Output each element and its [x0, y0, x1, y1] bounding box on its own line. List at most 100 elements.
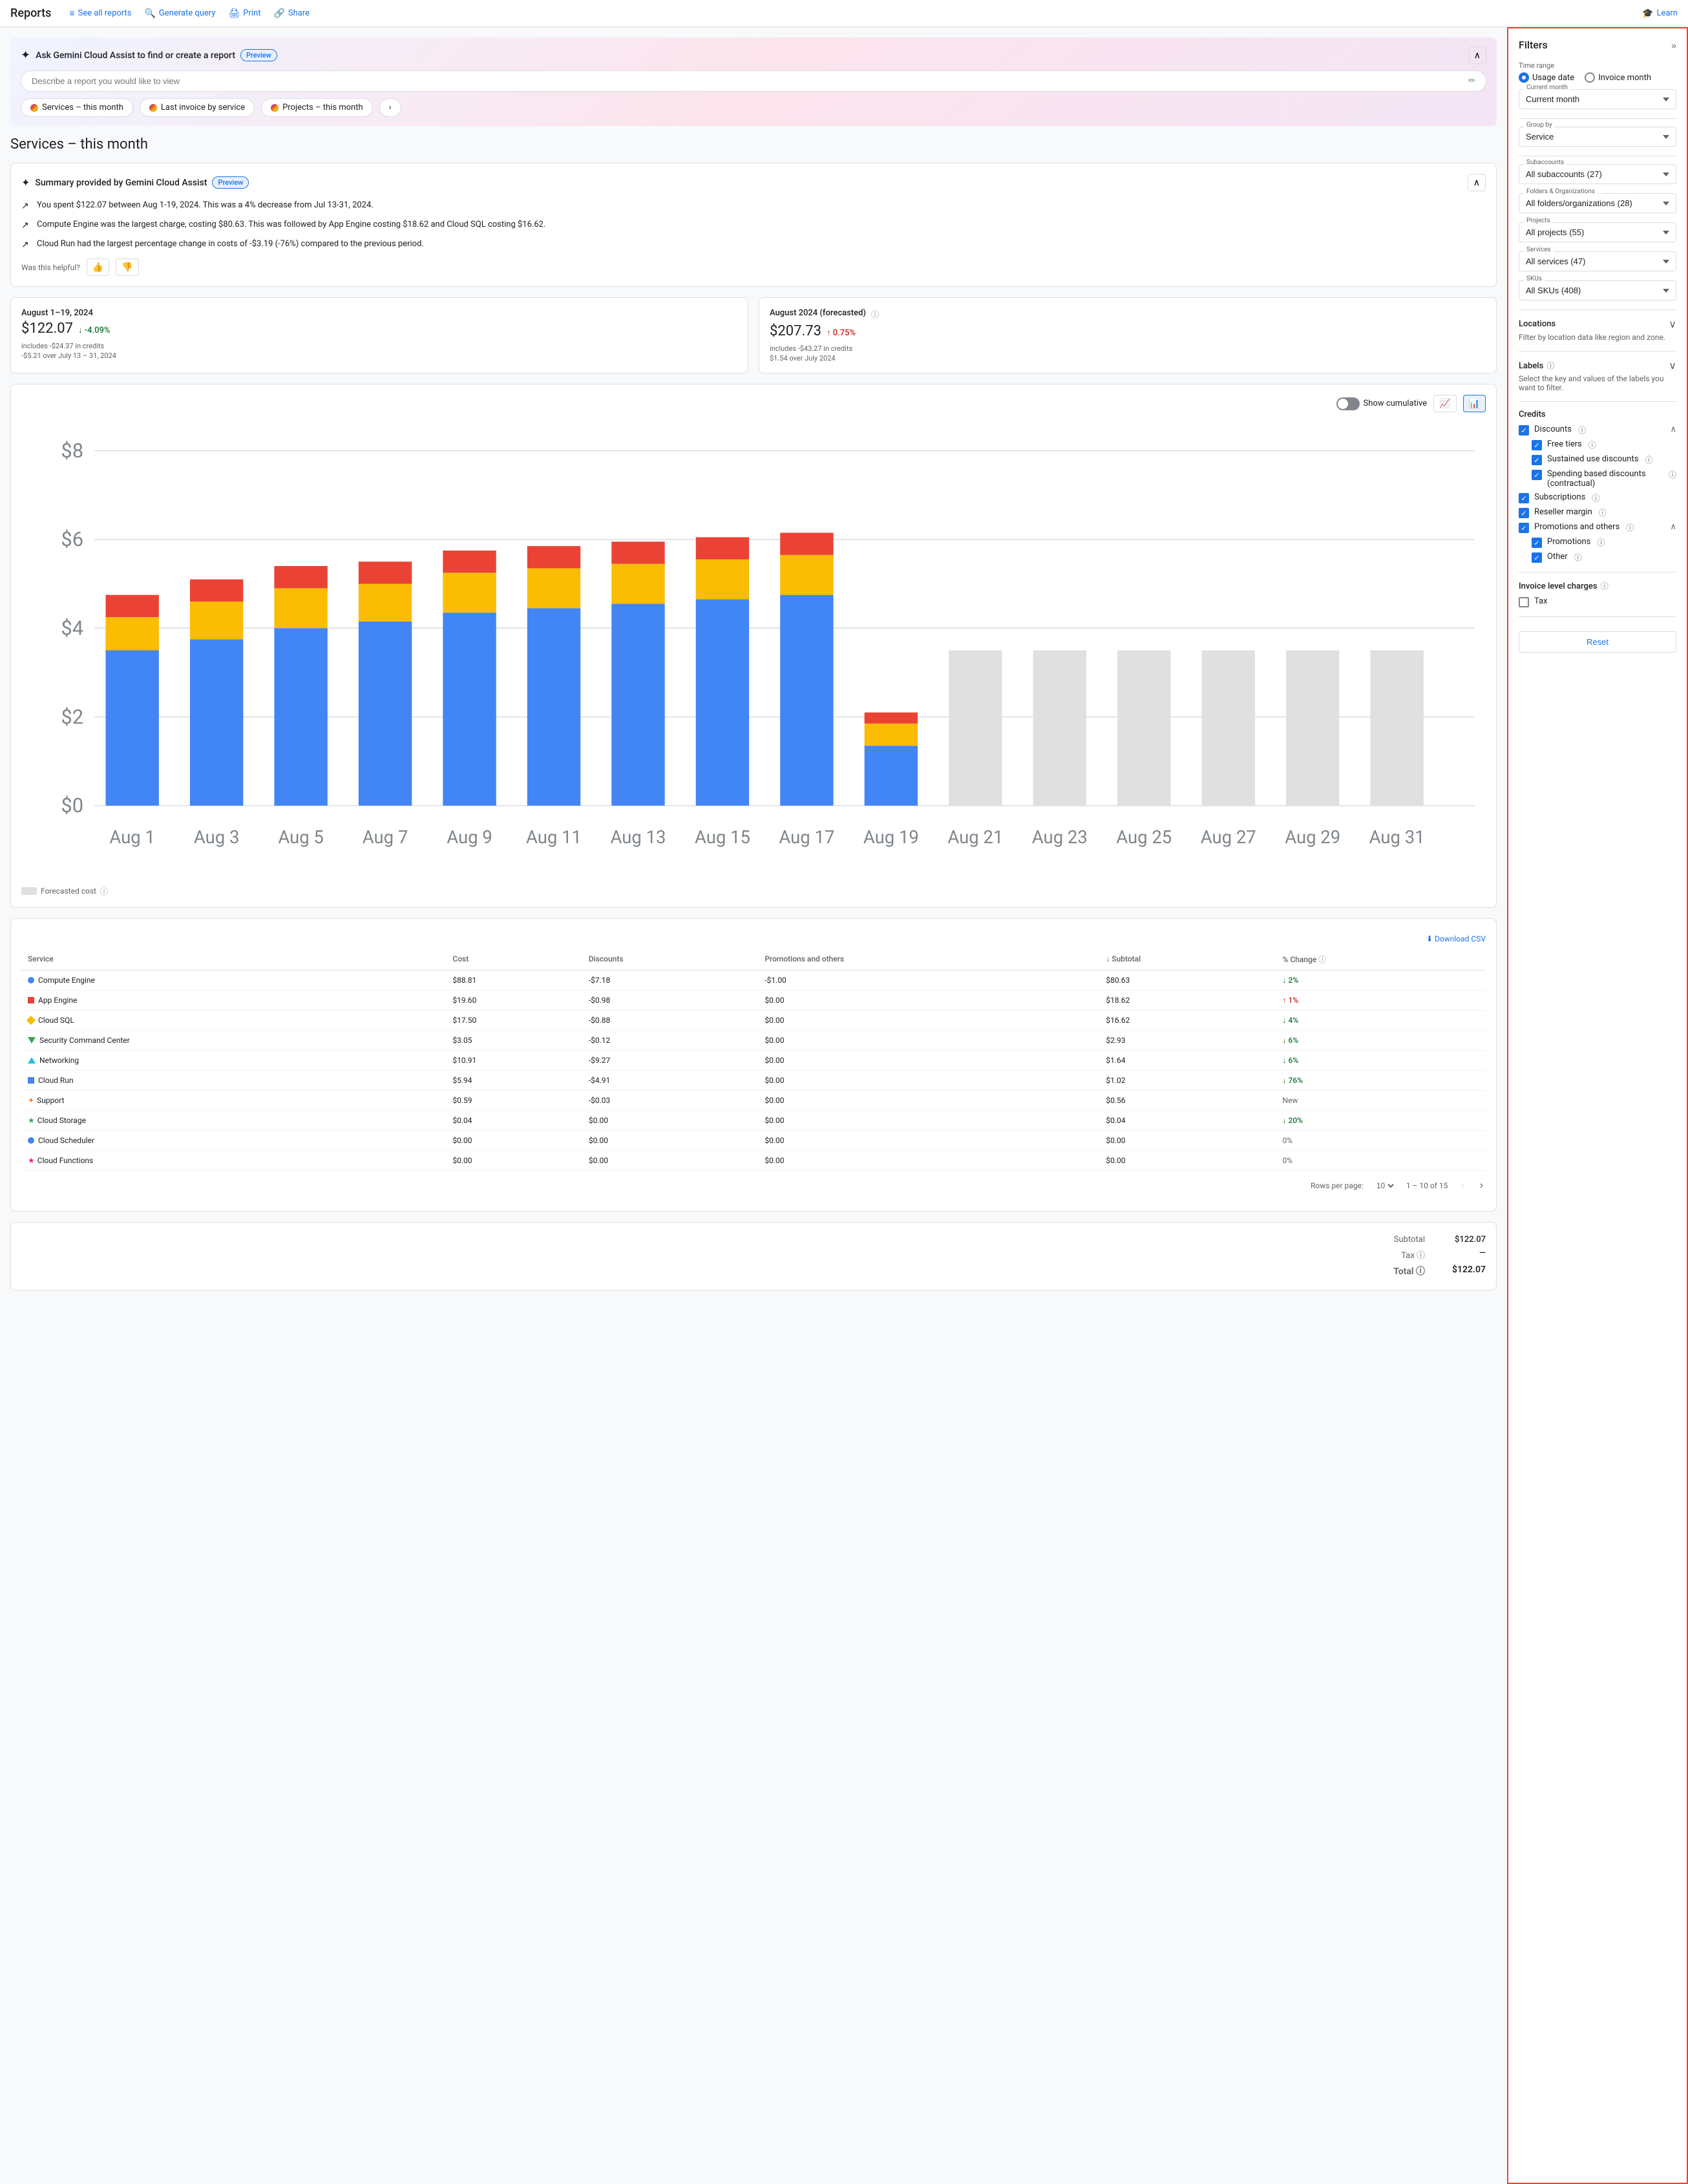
- metric-forecasted-change-sub: $1.54 over July 2024: [770, 354, 1486, 362]
- tab-chip-projects[interactable]: Projects – this month: [261, 98, 373, 117]
- services-floating-label: Services: [1524, 246, 1554, 253]
- promotions-others-check-icon: [1519, 523, 1529, 533]
- cell-change: New: [1276, 1090, 1486, 1110]
- metric-actual-change-sub: -$5.21 over July 13 – 31, 2024: [21, 352, 737, 360]
- reseller-margin-label: Reseller margin: [1534, 507, 1592, 517]
- share-link[interactable]: 🔗 Share: [273, 8, 310, 19]
- gemini-search-input[interactable]: [32, 76, 1468, 86]
- svg-text:Aug 7: Aug 7: [363, 827, 408, 848]
- time-range-label: Time range: [1519, 61, 1676, 70]
- show-cumulative-toggle[interactable]: Show cumulative: [1336, 397, 1428, 410]
- cell-change: ↓ 6%: [1276, 1050, 1486, 1070]
- print-link[interactable]: 🖨 Print: [228, 8, 260, 19]
- sustained-discounts-label: Sustained use discounts: [1547, 454, 1638, 464]
- metric-forecasted-sub: includes -$43.27 in credits: [770, 344, 1486, 353]
- filters-title-text: Filters: [1519, 39, 1548, 51]
- filters-collapse-btn[interactable]: »: [1671, 40, 1676, 50]
- cell-service: Security Command Center: [21, 1030, 446, 1050]
- locations-header[interactable]: Locations ∨: [1519, 318, 1676, 330]
- cell-service: ★Cloud Functions: [21, 1150, 446, 1170]
- credits-title: Credits: [1519, 410, 1676, 419]
- cell-promotions: $0.00: [758, 1050, 1099, 1070]
- free-tiers-label: Free tiers: [1547, 439, 1582, 449]
- subscriptions-checkbox[interactable]: Subscriptions ⓘ: [1519, 492, 1676, 503]
- see-all-reports-link[interactable]: ≡ See all reports: [69, 8, 131, 19]
- thumbs-up-btn[interactable]: 👍: [87, 258, 109, 276]
- subaccounts-select[interactable]: All subaccounts (27): [1519, 164, 1676, 184]
- table-row: Networking $10.91 -$9.27 $0.00 $1.64 ↓ 6…: [21, 1050, 1486, 1070]
- other-checkbox[interactable]: Other ⓘ: [1519, 552, 1676, 563]
- summary-collapse-btn[interactable]: ∧: [1468, 174, 1486, 191]
- line-chart-btn[interactable]: 📈: [1433, 395, 1456, 412]
- reset-button[interactable]: Reset: [1519, 631, 1676, 653]
- labels-title: Labels ⓘ: [1519, 360, 1555, 371]
- cell-subtotal: $80.63: [1099, 970, 1276, 990]
- cumulative-switch[interactable]: [1336, 397, 1360, 410]
- invoice-month-radio[interactable]: Invoice month: [1585, 72, 1651, 83]
- table-row: Cloud Scheduler $0.00 $0.00 $0.00 $0.00 …: [21, 1130, 1486, 1150]
- spending-discounts-label: Spending based discounts (contractual): [1547, 469, 1662, 488]
- summary-preview-badge: Preview: [212, 176, 249, 189]
- reseller-margin-checkbox[interactable]: Reseller margin ⓘ: [1519, 507, 1676, 518]
- svg-text:Aug 3: Aug 3: [194, 827, 240, 848]
- tax-checkbox[interactable]: Tax: [1519, 596, 1676, 607]
- divider-7: [1519, 616, 1676, 617]
- cell-subtotal: $0.04: [1099, 1110, 1276, 1130]
- rows-per-page-select[interactable]: 10 25 50: [1374, 1181, 1396, 1191]
- subscriptions-check-icon: [1519, 493, 1529, 503]
- gemini-collapse-btn[interactable]: ∧: [1468, 47, 1486, 64]
- invoice-month-radio-dot: [1585, 72, 1595, 83]
- table-row: ★Cloud Storage $0.04 $0.00 $0.00 $0.04 ↓…: [21, 1110, 1486, 1130]
- services-select-wrapper: Services All services (47): [1519, 251, 1676, 271]
- services-select[interactable]: All services (47): [1519, 251, 1676, 271]
- tab-chip-services[interactable]: Services – this month: [21, 98, 133, 117]
- summary-title: ✦ Summary provided by Gemini Cloud Assis…: [21, 176, 249, 189]
- folders-select[interactable]: All folders/organizations (28): [1519, 193, 1676, 213]
- usage-date-label: Usage date: [1532, 73, 1574, 83]
- metric-forecasted-header: August 2024 (forecasted) ⓘ: [770, 308, 1486, 320]
- svg-text:Aug 25: Aug 25: [1116, 827, 1172, 848]
- free-tiers-checkbox[interactable]: Free tiers ⓘ: [1519, 439, 1676, 450]
- svg-text:Aug 1: Aug 1: [109, 827, 155, 848]
- generate-query-link[interactable]: 🔍 Generate query: [144, 8, 215, 19]
- sustained-discounts-checkbox[interactable]: Sustained use discounts ⓘ: [1519, 454, 1676, 465]
- table-row: Compute Engine $88.81 -$7.18 -$1.00 $80.…: [21, 970, 1486, 990]
- discounts-checkbox[interactable]: Discounts ⓘ ∧: [1519, 425, 1676, 436]
- spending-help-icon: ⓘ: [1669, 469, 1676, 480]
- skus-floating-label: SKUs: [1524, 275, 1545, 282]
- bar-chart-btn[interactable]: 📊: [1463, 395, 1486, 412]
- cell-change: ↑ 1%: [1276, 990, 1486, 1010]
- projects-select[interactable]: All projects (55): [1519, 222, 1676, 242]
- learn-link[interactable]: 🎓 Learn: [1642, 8, 1678, 19]
- spending-discounts-checkbox[interactable]: Spending based discounts (contractual) ⓘ: [1519, 469, 1676, 488]
- promotions-checkbox[interactable]: Promotions ⓘ: [1519, 537, 1676, 548]
- skus-select-wrapper: SKUs All SKUs (408): [1519, 280, 1676, 300]
- thumbs-down-btn[interactable]: 👎: [116, 258, 138, 276]
- time-range-select[interactable]: Current month Last month Last 3 months: [1519, 89, 1676, 109]
- labels-help-icon: ⓘ: [1547, 361, 1555, 370]
- services-filter-section: Services All services (47): [1519, 251, 1676, 271]
- skus-select[interactable]: All SKUs (408): [1519, 280, 1676, 300]
- total-row: Total ⓘ $122.07: [1373, 1263, 1486, 1279]
- projects-section: Projects All projects (55): [1519, 222, 1676, 242]
- promotions-others-checkbox[interactable]: Promotions and others ⓘ ∧: [1519, 522, 1676, 533]
- next-page-btn[interactable]: ›: [1477, 1177, 1486, 1194]
- see-all-reports-label: See all reports: [78, 8, 132, 18]
- download-csv-btn[interactable]: ⬇ Download CSV: [1426, 934, 1486, 943]
- metric-forecasted-value: $207.73: [770, 323, 821, 339]
- labels-desc: Select the key and values of the labels …: [1519, 374, 1676, 392]
- discounts-check-icon: [1519, 425, 1529, 436]
- prev-page-btn[interactable]: ‹: [1458, 1177, 1466, 1194]
- labels-header[interactable]: Labels ⓘ ∨: [1519, 359, 1676, 372]
- tab-chip-last-invoice[interactable]: Last invoice by service: [140, 98, 255, 117]
- metric-card-actual: August 1–19, 2024 $122.07 ↓ -4.09% inclu…: [10, 297, 748, 373]
- usage-date-radio[interactable]: Usage date: [1519, 72, 1574, 83]
- credits-section: Credits Discounts ⓘ ∧ Free tiers ⓘ Susta…: [1519, 410, 1676, 563]
- group-by-select[interactable]: Service Project SKU: [1519, 127, 1676, 147]
- svg-text:Aug 11: Aug 11: [526, 827, 582, 848]
- tab-chip-more[interactable]: ›: [379, 98, 401, 117]
- svg-text:Aug 17: Aug 17: [779, 827, 834, 848]
- sustained-check-icon: [1532, 455, 1542, 465]
- promotions-others-help-icon: ⓘ: [1626, 522, 1634, 533]
- svg-text:Aug 9: Aug 9: [447, 827, 492, 848]
